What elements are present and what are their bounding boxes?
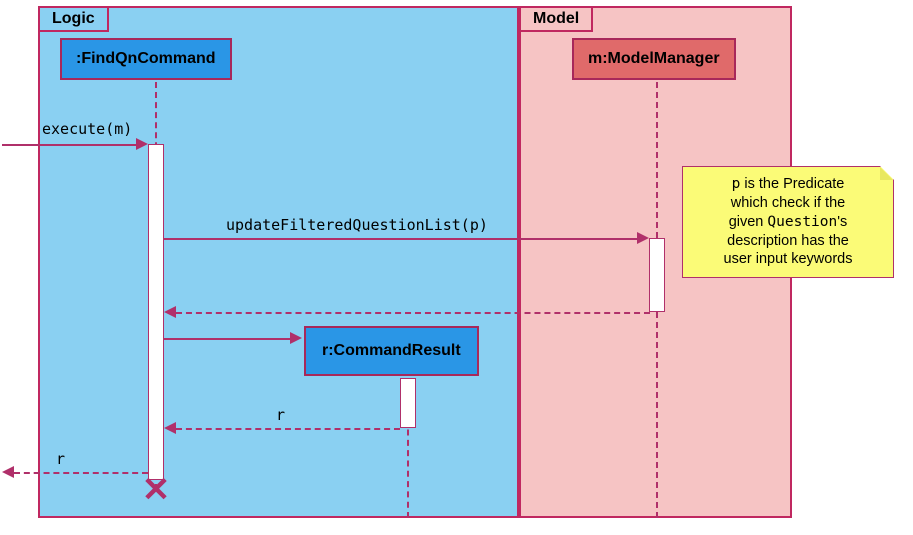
msg-return-r2-label: r: [56, 450, 65, 468]
msg-return-r1-arrowhead: [164, 422, 176, 434]
msg-create-arrow: [164, 338, 292, 340]
msg-return-modelmgr-arrowhead: [164, 306, 176, 318]
participant-findqncommand-label: :FindQnCommand: [76, 50, 216, 67]
participant-findqncommand: :FindQnCommand: [60, 38, 232, 80]
msg-update-label: updateFilteredQuestionList(p): [226, 216, 488, 234]
msg-return-r1-arrow: [176, 428, 400, 430]
participant-commandresult-label: r:CommandResult: [322, 342, 461, 359]
msg-update-arrow: [164, 238, 638, 240]
msg-execute-arrow: [2, 144, 138, 146]
participant-commandresult: r:CommandResult: [304, 326, 479, 376]
msg-return-r2-arrow: [14, 472, 148, 474]
activation-modelmgr: [649, 238, 665, 312]
group-logic: Logic: [38, 6, 519, 518]
activation-cmdresult: [400, 378, 416, 428]
group-model-label: Model: [519, 6, 593, 32]
participant-modelmanager-label: m:ModelManager: [588, 50, 720, 67]
note-line2: which check if the: [693, 194, 883, 213]
msg-update-arrowhead: [637, 232, 649, 244]
msg-return-modelmgr-arrow: [176, 312, 650, 314]
note-predicate: p is the Predicate which check if the gi…: [682, 166, 894, 278]
group-logic-label: Logic: [38, 6, 109, 32]
note-line1: p is the Predicate: [693, 175, 883, 194]
msg-execute-label: execute(m): [42, 120, 132, 138]
msg-return-r2-arrowhead: [2, 466, 14, 478]
note-line5: user input keywords: [693, 250, 883, 269]
note-line4: description has the: [693, 232, 883, 251]
participant-modelmanager: m:ModelManager: [572, 38, 736, 80]
msg-execute-arrowhead: [136, 138, 148, 150]
note-line3: given Question's: [693, 213, 883, 232]
msg-create-arrowhead: [290, 332, 302, 344]
msg-return-r1-label: r: [276, 406, 285, 424]
destroy-findqn-icon: ✕: [142, 473, 171, 507]
activation-findqn: [148, 144, 164, 480]
